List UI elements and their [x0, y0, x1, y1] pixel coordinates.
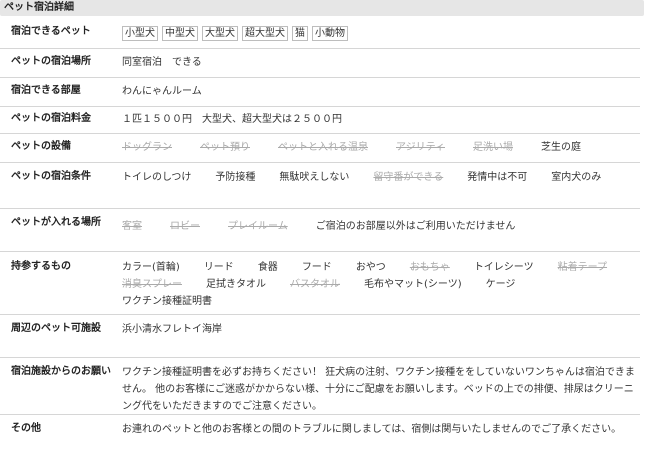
area-item: プレイルーム [228, 221, 288, 232]
pet-type-badge: 小動物 [312, 26, 348, 41]
condition-list: トイレのしつけ 予防接種 無駄吠えしない 留守番ができる 発情中は不可 室内犬のみ [122, 169, 636, 186]
row-room: 宿泊できる部屋 わんにゃんルーム [0, 78, 640, 107]
row-value: ワクチン接種証明書を必ずお持ちください！ 狂犬病の注射、ワクチン接種ををしていな… [122, 367, 635, 412]
row-value: 同室宿泊 できる [122, 57, 202, 68]
facility-item: ペット預り [200, 142, 250, 153]
facility-item: ペットと入れる温泉 [278, 142, 368, 153]
row-label: ペットの宿泊条件 [11, 171, 91, 182]
bring-item: ケージ [485, 279, 516, 290]
pet-type-badge: 大型犬 [202, 26, 238, 41]
bring-item: 毛布やマット(シーツ) [364, 279, 462, 290]
area-note: ご宿泊のお部屋以外はご利用いただけません [315, 221, 516, 232]
facility-item: アジリティ [396, 142, 445, 153]
bring-item: リード [203, 262, 234, 273]
row-bring: 持参するもの カラー(首輪) リード 食器 フード おやつ おもちゃ トイレシーツ 粘着テープ… [0, 252, 640, 315]
row-value: 浜小清水フレトイ海岸 [122, 324, 222, 335]
facility-item: ドッグラン [122, 142, 172, 153]
pet-type-badge: 小型犬 [122, 26, 158, 41]
bring-item: フード [301, 262, 332, 273]
row-label: 周辺のペット可施設 [11, 323, 101, 334]
condition-item: 留守番ができる [373, 172, 444, 183]
row-label: 持参するもの [11, 261, 71, 272]
row-label: 宿泊施設からのお願い [11, 366, 111, 377]
row-label: その他 [11, 423, 41, 434]
row-value: わんにゃんルーム [122, 86, 202, 97]
row-request: 宿泊施設からのお願い ワクチン接種証明書を必ずお持ちください！ 狂犬病の注射、ワ… [0, 358, 640, 415]
row-facilities: ペットの設備 ドッグラン ペット預り ペットと入れる温泉 アジリティ 足洗い場 芝生の庭 [0, 134, 640, 163]
row-location: ペットの宿泊場所 同室宿泊 できる [0, 49, 640, 78]
bring-item: おもちゃ [409, 262, 450, 273]
row-conditions: ペットの宿泊条件 トイレのしつけ 予防接種 無駄吠えしない 留守番ができる 発情中は不可… [0, 163, 640, 209]
pet-type-badge: 超大型犬 [242, 26, 288, 41]
row-label: ペットの宿泊場所 [11, 56, 91, 67]
area-list: 客室 ロビー プレイルーム ご宿泊のお部屋以外はご利用いただけません [122, 218, 636, 235]
row-areas: ペットが入れる場所 客室 ロビー プレイルーム ご宿泊のお部屋以外はご利用いただけませ… [0, 209, 640, 252]
pet-type-badge: 猫 [292, 26, 308, 41]
row-label: ペットの設備 [11, 141, 71, 152]
condition-item: 発情中は不可 [467, 172, 528, 183]
area-item: 客室 [122, 221, 142, 232]
pet-type-badge: 中型犬 [162, 26, 198, 41]
bring-item: 消臭スプレー [122, 279, 182, 290]
facility-list: ドッグラン ペット預り ペットと入れる温泉 アジリティ 足洗い場 芝生の庭 [122, 139, 636, 156]
condition-item: 無駄吠えしない [279, 172, 350, 183]
bring-item: ワクチン接種証明書 [122, 296, 212, 307]
facility-item: 足洗い場 [473, 142, 513, 153]
row-label: 宿泊できるペット [11, 26, 91, 37]
area-item: ロビー [170, 221, 200, 232]
row-nearby: 周辺のペット可施設 浜小清水フレトイ海岸 [0, 315, 640, 358]
row-label: ペットの宿泊料金 [11, 113, 91, 124]
bring-item: バスタオル [290, 279, 340, 290]
row-fee: ペットの宿泊料金 １匹１５００円 大型犬、超大型犬は２５００円 [0, 107, 640, 134]
bring-item: カラー(首輪) [122, 262, 180, 273]
facility-item: 芝生の庭 [541, 142, 581, 153]
pet-type-list: 小型犬 中型犬 大型犬 超大型犬猫小動物 [122, 25, 636, 42]
bring-item: トイレシーツ [473, 262, 534, 273]
bring-item: 食器 [257, 262, 278, 273]
row-pets: 宿泊できるペット 小型犬 中型犬 大型犬 超大型犬猫小動物 [0, 22, 640, 49]
pet-stay-details: ペット宿泊詳細 宿泊できるペット 小型犬 中型犬 大型犬 超大型犬猫小動物 ペットの宿… [0, 0, 646, 461]
bring-item: おやつ [355, 262, 386, 273]
bring-item: 粘着テープ [557, 262, 608, 273]
row-value: １匹１５００円 大型犬、超大型犬は２５００円 [122, 114, 342, 125]
row-value: お連れのペットと他のお客様との間のトラブルに関しましては、宿側は関与いたしません… [122, 424, 622, 435]
condition-item: 室内犬のみ [551, 172, 602, 183]
bring-item: 足拭きタオル [206, 279, 266, 290]
bring-list: カラー(首輪) リード 食器 フード おやつ おもちゃ トイレシーツ 粘着テープ消臭スプレー 足… [122, 259, 636, 310]
row-label: ペットが入れる場所 [11, 217, 101, 228]
condition-item: 予防接種 [215, 172, 256, 183]
section-title: ペット宿泊詳細 [0, 0, 644, 16]
row-other: その他 お連れのペットと他のお客様との間のトラブルに関しましては、宿側は関与いた… [0, 415, 640, 459]
row-label: 宿泊できる部屋 [11, 85, 81, 96]
condition-item: トイレのしつけ [122, 172, 192, 183]
